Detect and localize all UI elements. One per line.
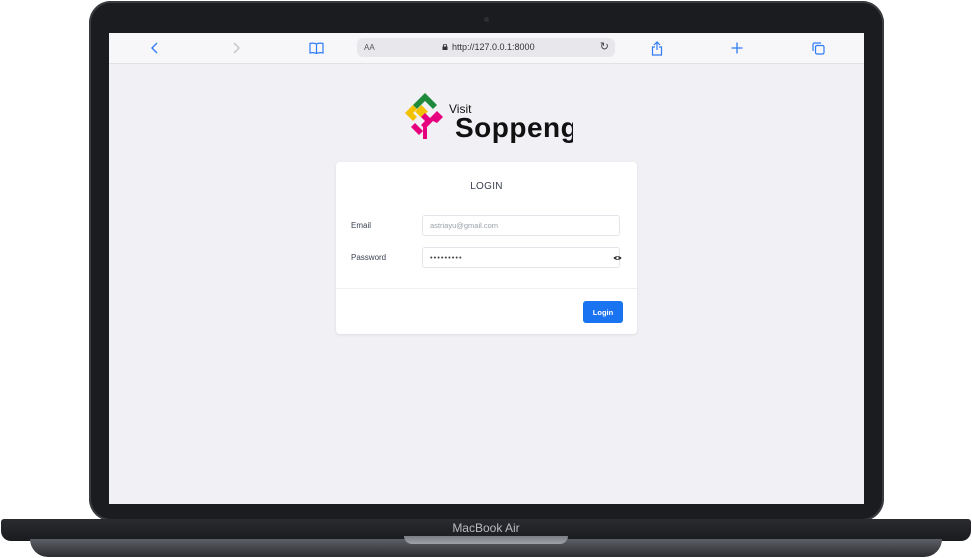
email-label: Email	[351, 221, 372, 230]
password-field[interactable]	[422, 247, 620, 268]
chevron-right-icon[interactable]	[227, 39, 245, 57]
url-text: http://127.0.0.1:8000	[452, 42, 535, 52]
login-title: LOGIN	[470, 181, 503, 192]
lock-icon	[442, 44, 448, 50]
login-card: LOGIN Email Password Login	[336, 162, 637, 334]
share-icon[interactable]	[648, 39, 666, 57]
tabs-icon[interactable]	[809, 39, 827, 57]
visit-soppeng-logo: Visit Soppeng	[403, 91, 578, 145]
camera-dot	[484, 17, 489, 22]
address-bar[interactable]: AA http://127.0.0.1:8000 ↻	[357, 38, 615, 57]
browser-toolbar: AA http://127.0.0.1:8000 ↻	[109, 33, 864, 64]
reload-icon[interactable]: ↻	[600, 38, 609, 57]
password-label: Password	[351, 253, 387, 262]
device-label: MacBook Air	[452, 521, 520, 535]
laptop-notch	[404, 536, 568, 544]
eye-icon[interactable]	[613, 254, 622, 263]
chevron-left-icon[interactable]	[146, 39, 164, 57]
svg-text:Soppeng: Soppeng	[455, 112, 573, 143]
login-button[interactable]: Login	[583, 301, 623, 323]
email-field[interactable]	[422, 215, 620, 236]
book-icon[interactable]	[307, 39, 325, 57]
browser-screen: AA http://127.0.0.1:8000 ↻ Visit Soppeng…	[109, 33, 864, 504]
card-divider	[336, 288, 637, 289]
plus-icon[interactable]	[728, 39, 746, 57]
text-size-button[interactable]: AA	[364, 38, 375, 57]
